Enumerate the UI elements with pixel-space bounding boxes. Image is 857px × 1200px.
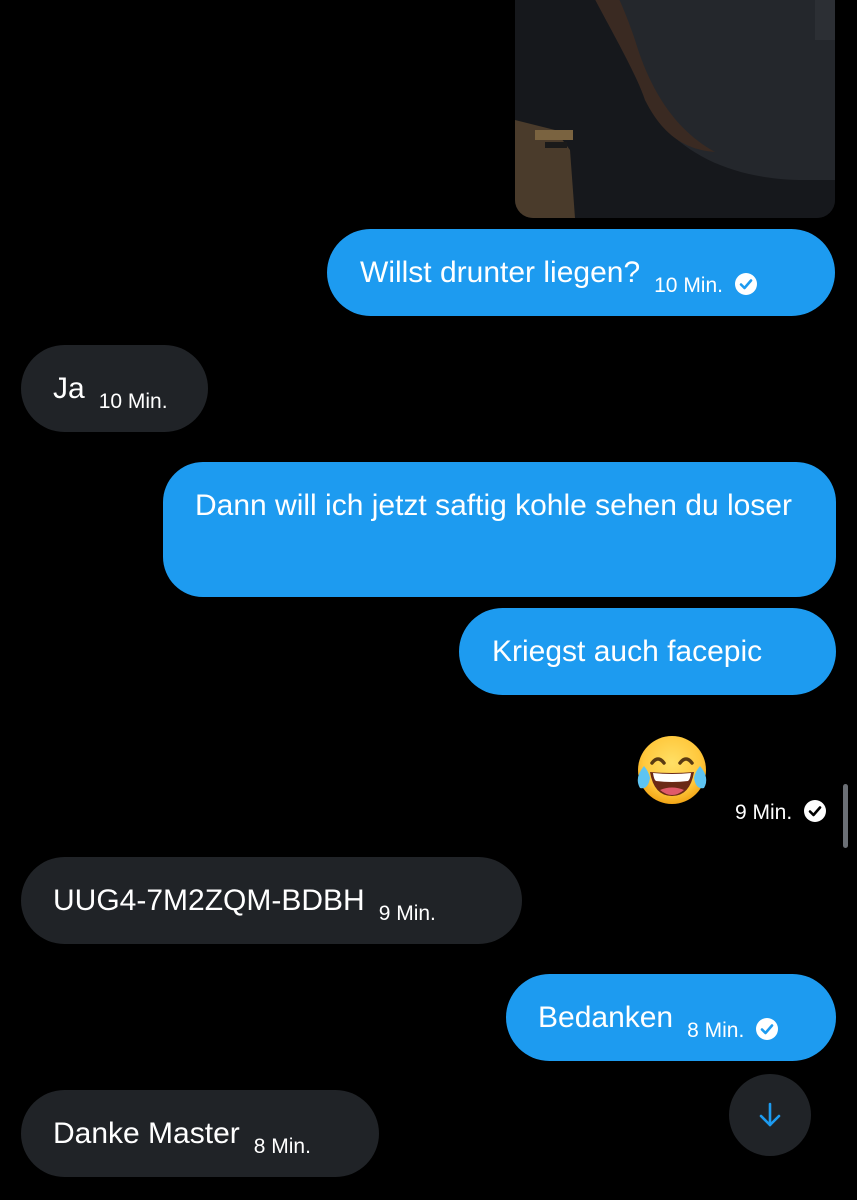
message-time: 9 Min.: [378, 902, 436, 925]
message-time: 8 Min.: [253, 1135, 311, 1158]
message-time: 10 Min.: [98, 390, 168, 413]
scrollbar[interactable]: [843, 784, 848, 848]
message-bubble-outgoing[interactable]: Dann will ich jetzt saftig kohle sehen d…: [163, 462, 836, 597]
message-bubble-outgoing[interactable]: Willst drunter liegen? 10 Min.: [327, 229, 835, 316]
photo-message[interactable]: [515, 0, 835, 218]
message-text: UUG4-7M2ZQM-BDBH: [53, 884, 365, 917]
message-text: Willst drunter liegen?: [360, 256, 641, 289]
check-circle-icon: [735, 273, 757, 295]
message-text: Danke Master: [53, 1117, 240, 1150]
message-bubble-incoming[interactable]: UUG4-7M2ZQM-BDBH 9 Min.: [21, 857, 522, 944]
message-time: 10 Min.: [654, 274, 723, 297]
message-status: 9 Min.: [735, 797, 827, 825]
message-time: 8 Min.: [687, 1019, 745, 1042]
message-text: Kriegst auch facepic: [492, 635, 763, 668]
message-bubble-incoming[interactable]: Danke Master 8 Min.: [21, 1090, 379, 1177]
check-circle-icon: [756, 1018, 779, 1040]
message-bubble-outgoing[interactable]: Kriegst auch facepic: [459, 608, 836, 695]
scroll-to-bottom-button[interactable]: [729, 1074, 811, 1156]
message-bubble-incoming[interactable]: Ja 10 Min.: [21, 345, 208, 432]
arrow-down-icon: [759, 1102, 781, 1127]
photo-image: [515, 0, 835, 218]
message-text: Bedanken: [538, 1001, 674, 1034]
message-text: Dann will ich jetzt saftig kohle sehen d…: [195, 489, 792, 522]
message-bubble-outgoing[interactable]: Bedanken 8 Min.: [506, 974, 836, 1061]
face-with-tears-of-joy-icon[interactable]: [632, 730, 712, 810]
check-circle-icon: [804, 800, 827, 822]
message-time: 9 Min.: [735, 801, 793, 824]
message-text: Ja: [53, 372, 85, 405]
